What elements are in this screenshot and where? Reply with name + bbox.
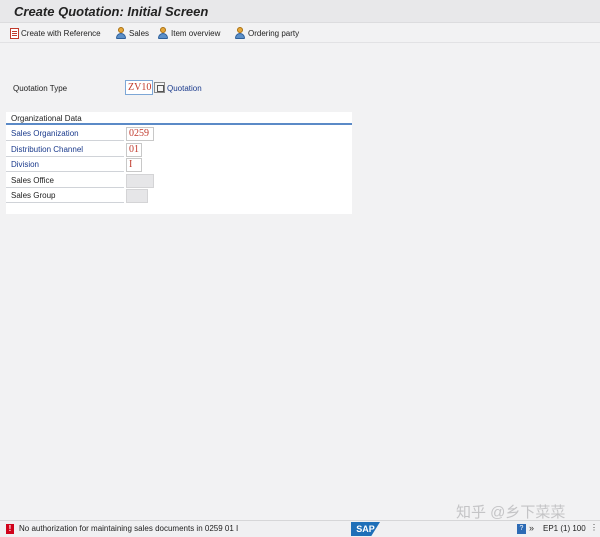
status-bar: ! No authorization for maintaining sales… [0,520,600,537]
person-icon [234,27,246,39]
quotation-type-input[interactable]: ZV10 [125,80,153,95]
division-row: Division [6,157,124,172]
error-icon: ! [6,524,14,534]
title-bar: Create Quotation: Initial Screen [0,0,600,23]
person-icon [115,27,127,39]
organizational-data-panel: Organizational Data Sales Organization 0… [6,112,352,214]
item-overview-button[interactable]: Item overview [157,26,220,40]
help-icon[interactable]: ? [517,524,526,534]
system-menu-icon[interactable]: ⋮ [590,523,598,532]
ordering-party-button[interactable]: Ordering party [234,26,299,40]
create-with-reference-button[interactable]: Create with Reference [10,26,101,40]
status-message[interactable]: No authorization for maintaining sales d… [19,524,238,533]
sales-label: Sales [129,28,150,38]
panel-divider [6,123,352,125]
distribution-channel-input[interactable]: 01 [126,143,142,157]
watermark-text: 知乎 @乡下菜菜 [456,504,566,521]
item-overview-label: Item overview [171,28,221,38]
sales-organization-row: Sales Organization [6,126,124,141]
sales-organization-input[interactable]: 0259 [126,127,154,141]
sales-group-row: Sales Group [6,188,124,203]
quotation-type-description: Quotation [167,84,202,93]
sales-office-input [126,174,154,188]
panel-title: Organizational Data [11,114,82,123]
document-icon [10,27,19,39]
distribution-channel-row: Distribution Channel [6,142,124,157]
sales-office-label: Sales Office [11,176,54,185]
sap-logo: SAP [351,522,380,536]
sales-group-input [126,189,148,203]
value-help-icon[interactable] [154,82,165,93]
division-input[interactable]: I [126,158,142,172]
create-with-reference-label: Create with Reference [21,28,101,38]
distribution-channel-label: Distribution Channel [11,145,84,154]
system-info: EP1 (1) 100 [543,524,586,533]
window-title: Create Quotation: Initial Screen [14,4,209,19]
double-chevron-right-icon[interactable]: » [529,523,534,533]
person-icon [157,27,169,39]
sales-button[interactable]: Sales [115,26,149,40]
sales-group-label: Sales Group [11,191,56,200]
sales-office-row: Sales Office [6,173,124,188]
application-toolbar: Create with Reference Sales Item overvie… [0,23,600,43]
ordering-party-label: Ordering party [248,28,300,38]
sales-organization-label: Sales Organization [11,129,79,138]
quotation-type-label: Quotation Type [13,84,68,93]
division-label: Division [11,160,40,169]
